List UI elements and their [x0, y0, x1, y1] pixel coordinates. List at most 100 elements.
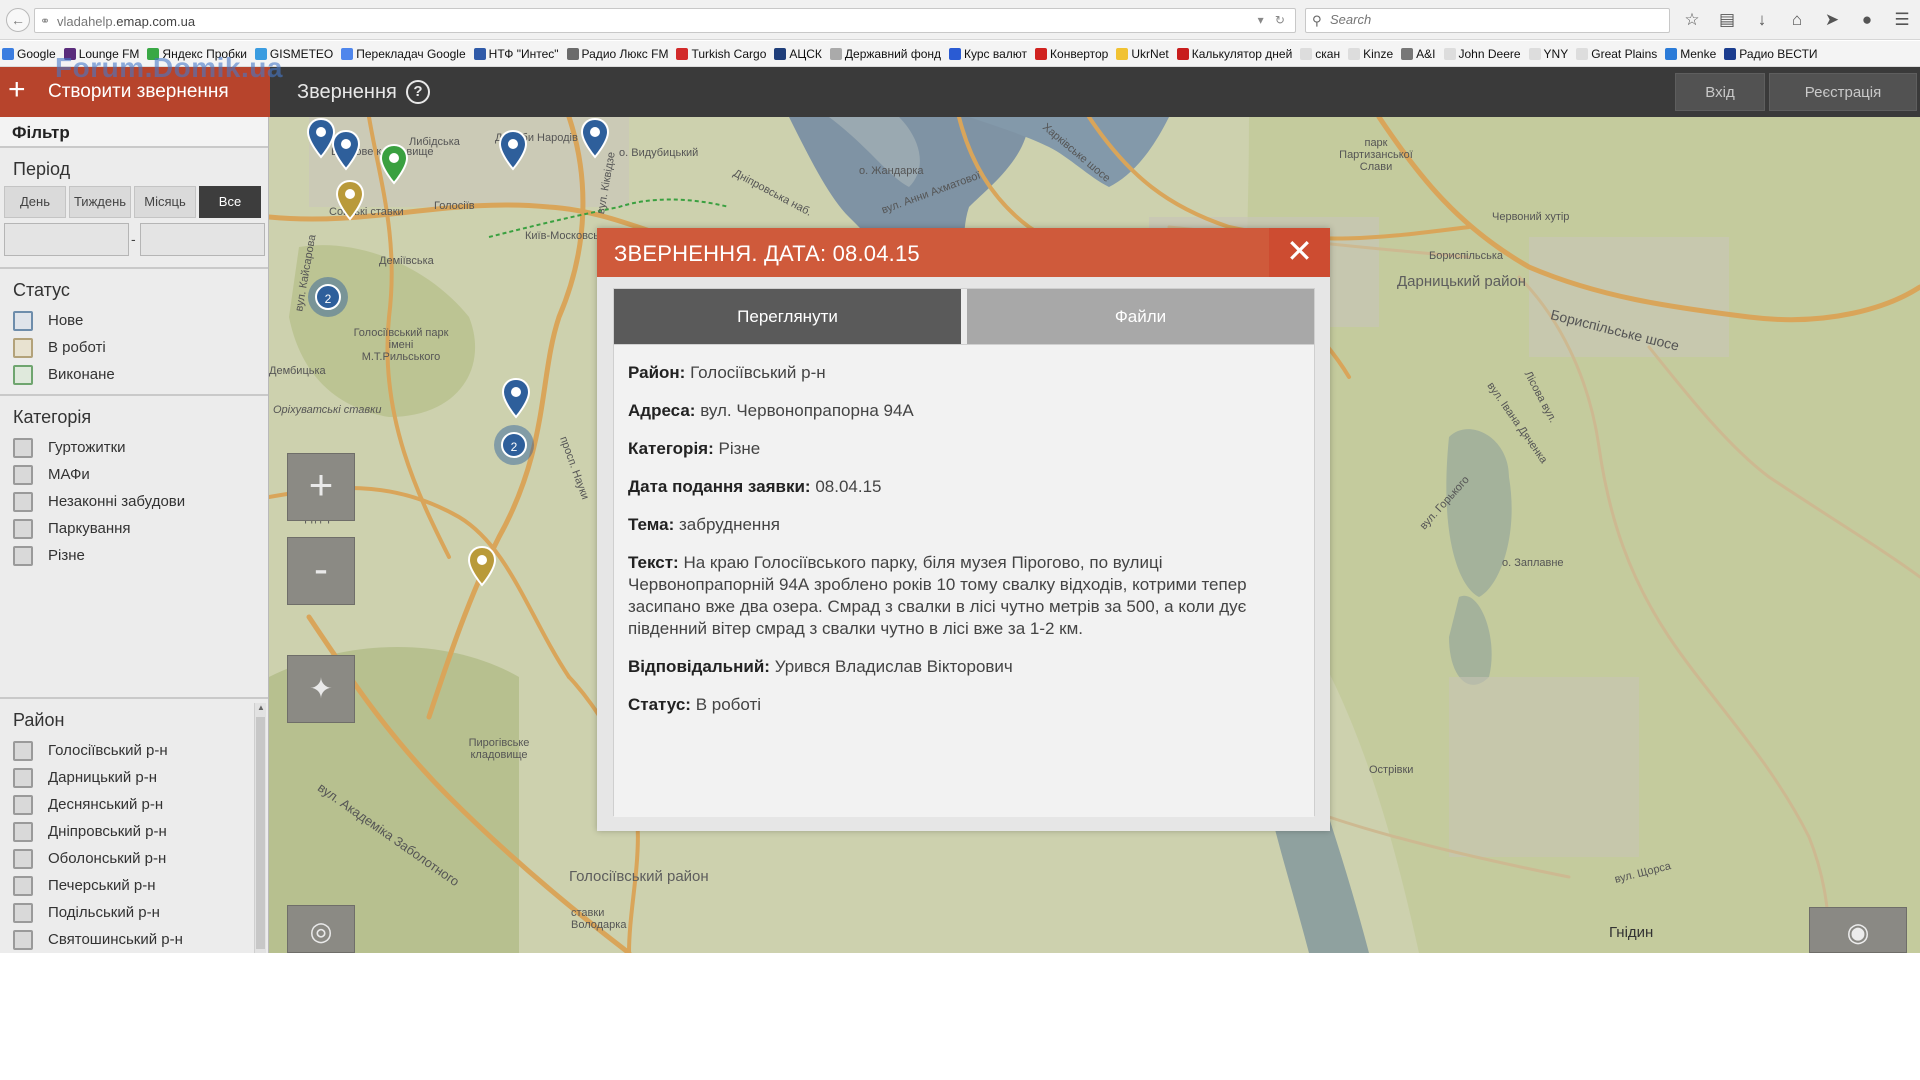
map-pin-icon[interactable] — [379, 143, 409, 185]
bookmark-item[interactable]: John Deere — [1443, 47, 1521, 61]
district-option[interactable]: Печерський р-н — [0, 872, 268, 899]
create-appeal-button[interactable]: + Створити звернення — [0, 67, 270, 117]
menu-icon[interactable]: ☰ — [1890, 8, 1914, 32]
bookmark-item[interactable]: Конвертор — [1035, 47, 1108, 61]
period-button[interactable]: Місяць — [134, 186, 196, 218]
bookmark-item[interactable]: A&I — [1401, 47, 1436, 61]
district-checkbox[interactable] — [13, 740, 33, 761]
category-checkbox[interactable] — [13, 518, 33, 539]
district-option[interactable]: Дніпровський р-н — [0, 818, 268, 845]
district-option[interactable]: Оболонський р-н — [0, 845, 268, 872]
bookmark-item[interactable]: Яндекс Пробки — [147, 47, 247, 61]
district-checkbox[interactable] — [13, 821, 33, 842]
tab-view[interactable]: Переглянути — [614, 289, 961, 344]
download-icon[interactable]: ↓ — [1750, 8, 1774, 32]
map-pin-icon[interactable] — [331, 129, 361, 171]
district-option[interactable]: Дарницький р-н — [0, 764, 268, 791]
address-bar[interactable]: ⚭ vladahelp.emap.com.ua ▾ ↻ — [34, 8, 1296, 33]
category-checkbox[interactable] — [13, 437, 33, 458]
map-pin-icon[interactable] — [501, 377, 531, 419]
scroll-up-icon[interactable]: ▲ — [257, 703, 265, 712]
district-option[interactable]: Святошинський р-н — [0, 926, 268, 953]
period-button[interactable]: День — [4, 186, 66, 218]
category-option[interactable]: Різне — [0, 542, 268, 569]
category-option[interactable]: Гуртожитки — [0, 434, 268, 461]
bookmark-item[interactable]: Turkish Cargo — [676, 47, 766, 61]
district-checkbox[interactable] — [13, 794, 33, 815]
bookmark-favicon-icon — [1665, 47, 1678, 60]
map-pin-icon[interactable] — [335, 179, 365, 221]
bookmark-item[interactable]: НТФ "Интес" — [473, 47, 559, 61]
map-pin-icon[interactable] — [580, 117, 610, 159]
status-option[interactable]: В роботі — [0, 334, 268, 361]
bookmark-item[interactable]: Курс валют — [949, 47, 1027, 61]
district-option[interactable]: Подільський р-н — [0, 899, 268, 926]
status-checkbox[interactable] — [13, 364, 33, 385]
district-option[interactable]: Голосіївський р-н — [0, 737, 268, 764]
bookmark-item[interactable]: UkrNet — [1116, 47, 1169, 61]
bookmark-item[interactable]: Great Plains — [1576, 47, 1657, 61]
date-to-input[interactable] — [140, 223, 265, 256]
send-icon[interactable]: ➤ — [1820, 8, 1844, 32]
bookmark-item[interactable]: Kinze — [1348, 47, 1393, 61]
search-box[interactable]: ⚲ — [1305, 8, 1670, 33]
district-checkbox[interactable] — [13, 767, 33, 788]
bookmark-item[interactable]: Державний фонд — [829, 47, 941, 61]
bookmark-item[interactable]: Радио ВЕСТИ — [1724, 47, 1818, 61]
register-button[interactable]: Реєстрація — [1769, 73, 1917, 111]
search-input[interactable] — [1330, 12, 1650, 27]
bookmark-item[interactable]: Перекладач Google — [341, 47, 466, 61]
category-checkbox[interactable] — [13, 464, 33, 485]
district-option[interactable]: Деснянський р-н — [0, 791, 268, 818]
bookmark-item[interactable]: YNY — [1528, 47, 1568, 61]
zoom-out-button[interactable]: - — [287, 537, 355, 605]
status-option[interactable]: Виконане — [0, 361, 268, 388]
location-icon[interactable]: ◎ — [287, 905, 355, 953]
period-button[interactable]: Все — [199, 186, 261, 218]
map-pin-icon[interactable] — [498, 129, 528, 171]
bookmarks-list-icon[interactable]: ▤ — [1715, 8, 1739, 32]
period-button[interactable]: Тиждень — [69, 186, 131, 218]
bookmark-item[interactable]: скан — [1300, 47, 1340, 61]
back-arrow-icon[interactable]: ← — [6, 8, 30, 32]
category-checkbox[interactable] — [13, 545, 33, 566]
category-option[interactable]: Паркування — [0, 515, 268, 542]
url-text: vladahelp.emap.com.ua — [57, 14, 195, 29]
bookmark-item[interactable]: Радио Люкс FM — [566, 46, 669, 61]
help-icon[interactable]: ? — [406, 80, 430, 104]
status-checkbox[interactable] — [13, 310, 33, 331]
bookmark-item[interactable]: GISMETEO — [254, 47, 333, 61]
status-checkbox[interactable] — [13, 337, 33, 358]
category-option[interactable]: Незаконні забудови — [0, 488, 268, 515]
map-pin-icon[interactable] — [467, 545, 497, 587]
bookmark-label: Радио Люкс FM — [581, 46, 669, 61]
login-button[interactable]: Вхід — [1675, 73, 1765, 111]
district-checkbox[interactable] — [13, 902, 33, 923]
reload-icon[interactable]: ▾ ↻ — [1258, 13, 1289, 27]
home-icon[interactable]: ⌂ — [1785, 8, 1809, 32]
status-option[interactable]: Нове — [0, 307, 268, 334]
scroll-thumb[interactable] — [256, 717, 265, 949]
district-scrollbar[interactable]: ▲ — [254, 703, 266, 953]
bookmark-item[interactable]: АЦСК — [774, 47, 822, 61]
bookmark-star-icon[interactable]: ☆ — [1680, 8, 1704, 32]
tab-files[interactable]: Файли — [967, 289, 1314, 344]
bookmark-item[interactable]: Lounge FM — [63, 47, 139, 61]
bookmark-item[interactable]: Google — [2, 47, 56, 61]
close-icon[interactable]: ✕ — [1269, 228, 1330, 277]
district-checkbox[interactable] — [13, 848, 33, 869]
date-from-input[interactable] — [4, 223, 129, 256]
eye-icon[interactable]: ◉ — [1809, 907, 1907, 953]
filter-sidebar: Фільтр Період День Тиждень Місяць Все - Ста… — [0, 117, 269, 953]
marker-cluster[interactable]: 2 — [494, 425, 534, 465]
district-checkbox[interactable] — [13, 929, 33, 950]
category-checkbox[interactable] — [13, 491, 33, 512]
satellite-dish-icon[interactable]: ✦ — [287, 655, 355, 723]
chat-icon[interactable]: ● — [1855, 8, 1879, 32]
district-checkbox[interactable] — [13, 875, 33, 896]
bookmark-item[interactable]: Menke — [1665, 47, 1716, 61]
category-option[interactable]: МАФи — [0, 461, 268, 488]
bookmark-item[interactable]: Калькулятор дней — [1176, 47, 1292, 61]
marker-cluster[interactable]: 2 — [308, 277, 348, 317]
zoom-in-button[interactable]: + — [287, 453, 355, 521]
